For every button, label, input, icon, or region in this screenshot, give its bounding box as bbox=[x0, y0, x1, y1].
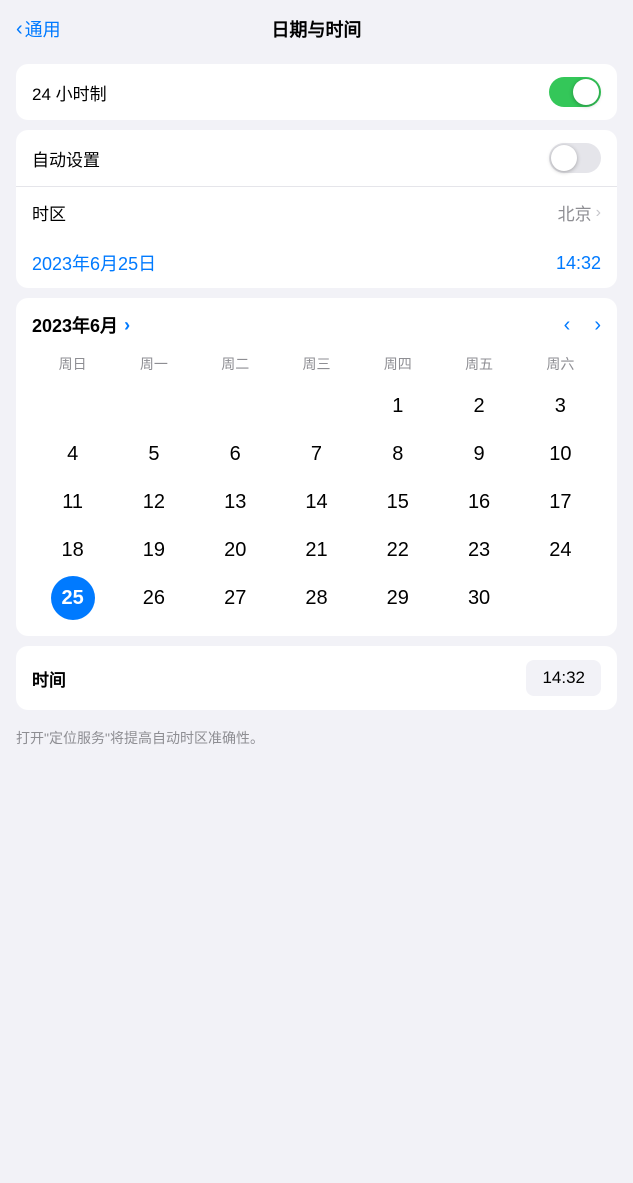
calendar-day[interactable]: 15 bbox=[376, 480, 420, 524]
weekday-row: 周日周一周二周三周四周五周六 bbox=[32, 350, 601, 378]
calendar-day[interactable]: 29 bbox=[376, 576, 420, 620]
weekday-label: 周六 bbox=[520, 350, 601, 378]
calendar-day[interactable]: 27 bbox=[213, 576, 257, 620]
time-row: 时间 14:32 bbox=[16, 646, 617, 710]
weekday-label: 周三 bbox=[276, 350, 357, 378]
calendar-day[interactable]: 12 bbox=[132, 480, 176, 524]
back-chevron-icon: ‹ bbox=[16, 19, 23, 39]
hour24-label: 24 小时制 bbox=[32, 80, 107, 105]
calendar-day bbox=[294, 384, 338, 428]
weekday-label: 周二 bbox=[195, 350, 276, 378]
timezone-label: 时区 bbox=[32, 200, 66, 225]
weekday-label: 周五 bbox=[438, 350, 519, 378]
calendar-day bbox=[51, 384, 95, 428]
calendar-day[interactable]: 2 bbox=[457, 384, 501, 428]
prev-month-button[interactable]: ‹ bbox=[564, 314, 571, 337]
chevron-right-icon: › bbox=[596, 204, 601, 222]
calendar-day[interactable]: 22 bbox=[376, 528, 420, 572]
section-auto: 自动设置 时区 北京 › 2023年6月25日 14:32 bbox=[16, 130, 617, 288]
calendar-month-title: 2023年6月 › bbox=[32, 312, 130, 338]
calendar-day bbox=[132, 384, 176, 428]
calendar-day[interactable]: 6 bbox=[213, 432, 257, 476]
time-label: 时间 bbox=[32, 666, 66, 691]
calendar-day[interactable]: 8 bbox=[376, 432, 420, 476]
row-timezone[interactable]: 时区 北京 › bbox=[16, 186, 617, 238]
auto-toggle[interactable] bbox=[549, 143, 601, 173]
calendar-day[interactable]: 9 bbox=[457, 432, 501, 476]
weekday-label: 周一 bbox=[113, 350, 194, 378]
section-24hour: 24 小时制 bbox=[16, 64, 617, 120]
row-auto: 自动设置 bbox=[16, 130, 617, 186]
calendar-day[interactable]: 25 bbox=[51, 576, 95, 620]
calendar-day[interactable]: 16 bbox=[457, 480, 501, 524]
calendar-day[interactable]: 18 bbox=[51, 528, 95, 572]
toggle-knob bbox=[573, 79, 599, 105]
back-label: 通用 bbox=[25, 16, 61, 42]
row-24hour: 24 小时制 bbox=[16, 64, 617, 120]
calendar-day[interactable]: 5 bbox=[132, 432, 176, 476]
calendar-day[interactable]: 4 bbox=[51, 432, 95, 476]
calendar-nav: ‹ › bbox=[564, 314, 601, 337]
calendar-day[interactable]: 21 bbox=[294, 528, 338, 572]
timezone-value: 北京 › bbox=[558, 200, 601, 225]
calendar-day[interactable]: 13 bbox=[213, 480, 257, 524]
time-value[interactable]: 14:32 bbox=[526, 660, 601, 696]
calendar-day[interactable]: 11 bbox=[51, 480, 95, 524]
calendar-day[interactable]: 7 bbox=[294, 432, 338, 476]
next-month-button[interactable]: › bbox=[594, 314, 601, 337]
weekday-label: 周四 bbox=[357, 350, 438, 378]
calendar-day[interactable]: 26 bbox=[132, 576, 176, 620]
calendar-day[interactable]: 20 bbox=[213, 528, 257, 572]
footer-note: 打开"定位服务"将提高自动时区准确性。 bbox=[0, 720, 633, 764]
month-label: 2023年6月 bbox=[32, 312, 118, 338]
calendar-header: 2023年6月 › ‹ › bbox=[32, 312, 601, 338]
row-datetime: 2023年6月25日 14:32 bbox=[16, 238, 617, 288]
time-section: 时间 14:32 bbox=[16, 646, 617, 710]
auto-label: 自动设置 bbox=[32, 146, 100, 171]
selected-time[interactable]: 14:32 bbox=[556, 253, 601, 274]
calendar-day[interactable]: 10 bbox=[538, 432, 582, 476]
calendar-grid: 1234567891011121314151617181920212223242… bbox=[32, 384, 601, 620]
calendar-day[interactable]: 28 bbox=[294, 576, 338, 620]
page-title: 日期与时间 bbox=[272, 16, 362, 42]
calendar-day bbox=[213, 384, 257, 428]
calendar-day[interactable]: 19 bbox=[132, 528, 176, 572]
calendar-day[interactable]: 17 bbox=[538, 480, 582, 524]
selected-date[interactable]: 2023年6月25日 bbox=[32, 250, 156, 276]
hour24-toggle[interactable] bbox=[549, 77, 601, 107]
weekday-label: 周日 bbox=[32, 350, 113, 378]
back-button[interactable]: ‹ 通用 bbox=[16, 16, 61, 42]
calendar-day[interactable]: 30 bbox=[457, 576, 501, 620]
calendar-day[interactable]: 1 bbox=[376, 384, 420, 428]
month-chevron-icon[interactable]: › bbox=[124, 315, 130, 336]
calendar-day[interactable]: 3 bbox=[538, 384, 582, 428]
toggle-knob-auto bbox=[551, 145, 577, 171]
header: ‹ 通用 日期与时间 bbox=[0, 0, 633, 54]
calendar-day[interactable]: 23 bbox=[457, 528, 501, 572]
calendar-day[interactable]: 14 bbox=[294, 480, 338, 524]
calendar-day[interactable]: 24 bbox=[538, 528, 582, 572]
calendar-day bbox=[538, 576, 582, 620]
calendar-section: 2023年6月 › ‹ › 周日周一周二周三周四周五周六 12345678910… bbox=[16, 298, 617, 636]
